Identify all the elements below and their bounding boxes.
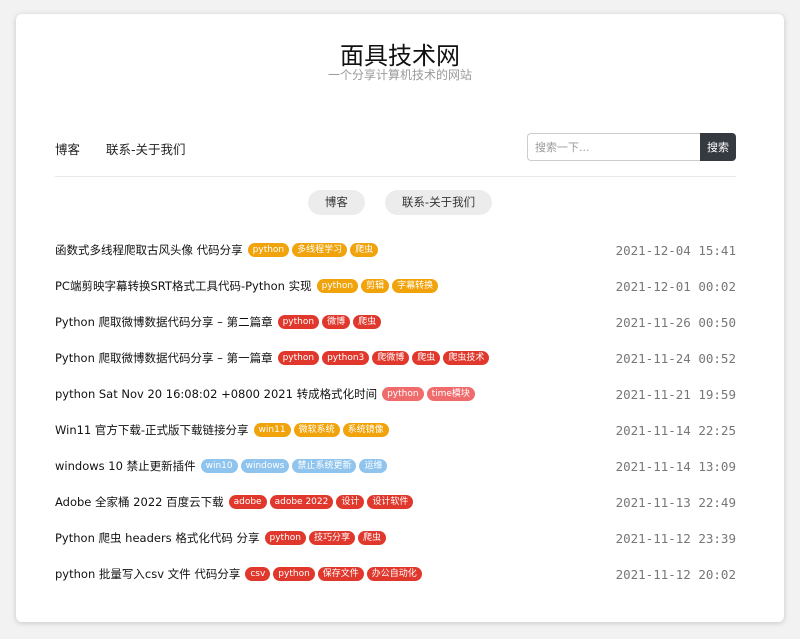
- post-tag[interactable]: python3: [322, 351, 370, 365]
- post-left: Win11 官方下载-正式版下载链接分享 win11 微软系统 系统镜像: [55, 422, 389, 438]
- post-tag[interactable]: 设计软件: [367, 495, 414, 509]
- post-row: 函数式多线程爬取古风头像 代码分享 python 多线程学习 爬虫 2021-12-04…: [55, 232, 736, 268]
- divider: [55, 176, 736, 177]
- post-date: 2021-11-24 00:52: [615, 350, 736, 366]
- post-date: 2021-11-14 13:09: [615, 458, 736, 474]
- post-tag[interactable]: 爬虫: [353, 315, 382, 329]
- post-tag[interactable]: 技巧分享: [308, 531, 355, 545]
- post-row: Win11 官方下载-正式版下载链接分享 win11 微软系统 系统镜像 2021-11…: [55, 412, 736, 448]
- post-tag[interactable]: 爬微博: [372, 351, 410, 365]
- post-tag[interactable]: 爬虫技术: [443, 351, 490, 365]
- post-tag[interactable]: win10: [200, 459, 238, 473]
- post-tag[interactable]: 微软系统: [293, 423, 340, 437]
- post-left: Python 爬取微博数据代码分享 – 第一篇章 python python3 爬微博…: [55, 350, 490, 366]
- post-row: Adobe 全家桶 2022 百度云下载 adobe adobe 2022 设计 设计软…: [55, 484, 736, 520]
- post-title-link[interactable]: 函数式多线程爬取古风头像 代码分享: [55, 242, 243, 258]
- post-tag[interactable]: 剪辑: [361, 279, 390, 293]
- post-row: PC端剪映字幕转换SRT格式工具代码-Python 实现 python 剪辑 字幕转换…: [55, 268, 736, 304]
- post-tag[interactable]: 微博: [322, 315, 351, 329]
- post-tag[interactable]: 禁止系统更新: [292, 459, 357, 473]
- post-tag[interactable]: 系统镜像: [342, 423, 389, 437]
- post-row: python 批量写入csv 文件 代码分享 csv python 保存文件 办公自动化…: [55, 556, 736, 592]
- post-tag[interactable]: 爬虫: [350, 243, 379, 257]
- post-tag[interactable]: 运维: [359, 459, 388, 473]
- post-list: 函数式多线程爬取古风头像 代码分享 python 多线程学习 爬虫 2021-12-04…: [55, 232, 736, 592]
- post-tag[interactable]: win11: [253, 423, 291, 437]
- post-date: 2021-11-12 23:39: [615, 530, 736, 546]
- post-tag[interactable]: python: [273, 567, 315, 581]
- pill-blog[interactable]: 博客: [307, 190, 365, 215]
- post-title-link[interactable]: Python 爬取微博数据代码分享 – 第二篇章: [55, 314, 273, 330]
- post-tag[interactable]: windows: [240, 459, 290, 473]
- post-title-link[interactable]: Adobe 全家桶 2022 百度云下载: [55, 494, 224, 510]
- post-date: 2021-12-01 00:02: [615, 278, 736, 294]
- search-input[interactable]: [527, 133, 700, 161]
- post-tag[interactable]: 办公自动化: [366, 567, 422, 581]
- search-button[interactable]: 搜索: [700, 133, 736, 161]
- post-tag[interactable]: python: [264, 531, 306, 545]
- post-date: 2021-11-14 22:25: [615, 422, 736, 438]
- post-row: windows 10 禁止更新插件 win10 windows 禁止系统更新 运维 202…: [55, 448, 736, 484]
- post-left: python 批量写入csv 文件 代码分享 csv python 保存文件 办公自动化: [55, 566, 422, 582]
- post-row: Python 爬虫 headers 格式化代码 分享 python 技巧分享 爬虫 20…: [55, 520, 736, 556]
- nav-item-contact-about[interactable]: 联系-关于我们: [106, 139, 186, 158]
- main-card: 面具技术网 一个分享计算机技术的网站 博客 联系-关于我们 搜索 博客 联系-关…: [16, 14, 784, 622]
- category-pills: 博客 联系-关于我们: [16, 190, 784, 215]
- post-left: 函数式多线程爬取古风头像 代码分享 python 多线程学习 爬虫: [55, 242, 379, 258]
- post-row: python Sat Nov 20 16:08:02 +0800 2021 转成…: [55, 376, 736, 412]
- post-date: 2021-11-13 22:49: [615, 494, 736, 510]
- post-title-link[interactable]: python 批量写入csv 文件 代码分享: [55, 566, 240, 582]
- post-tag[interactable]: 爬虫: [358, 531, 387, 545]
- post-tag[interactable]: python: [382, 387, 424, 401]
- post-tag[interactable]: python: [247, 243, 290, 257]
- post-tag[interactable]: 爬虫: [412, 351, 441, 365]
- nav-item-blog[interactable]: 博客: [55, 139, 80, 158]
- post-row: Python 爬取微博数据代码分享 – 第二篇章 python 微博 爬虫 2021-1…: [55, 304, 736, 340]
- post-title-link[interactable]: Python 爬虫 headers 格式化代码 分享: [55, 530, 260, 546]
- post-tag[interactable]: 字幕转换: [392, 279, 439, 293]
- post-title-link[interactable]: python Sat Nov 20 16:08:02 +0800 2021 转成…: [55, 386, 377, 402]
- post-left: Python 爬取微博数据代码分享 – 第二篇章 python 微博 爬虫: [55, 314, 382, 330]
- post-tag[interactable]: 保存文件: [317, 567, 364, 581]
- post-row: Python 爬取微博数据代码分享 – 第一篇章 python python3 爬微博…: [55, 340, 736, 376]
- post-tag[interactable]: adobe 2022: [269, 495, 334, 509]
- post-tag[interactable]: python: [277, 351, 320, 365]
- post-date: 2021-11-12 20:02: [615, 566, 736, 582]
- post-title-link[interactable]: Python 爬取微博数据代码分享 – 第一篇章: [55, 350, 273, 366]
- post-tag[interactable]: 多线程学习: [292, 243, 348, 257]
- top-nav: 博客 联系-关于我们: [55, 139, 186, 158]
- post-date: 2021-12-04 15:41: [615, 242, 736, 258]
- pill-contact-about[interactable]: 联系-关于我们: [384, 190, 493, 215]
- post-tag[interactable]: csv: [245, 567, 271, 581]
- post-tag[interactable]: python: [277, 315, 320, 329]
- post-title-link[interactable]: PC端剪映字幕转换SRT格式工具代码-Python 实现: [55, 278, 312, 294]
- post-left: PC端剪映字幕转换SRT格式工具代码-Python 实现 python 剪辑 字幕转换: [55, 278, 439, 294]
- post-tag[interactable]: 设计: [336, 495, 365, 509]
- post-title-link[interactable]: Win11 官方下载-正式版下载链接分享: [55, 422, 249, 438]
- post-tag[interactable]: python: [316, 279, 359, 293]
- post-tag[interactable]: time模块: [426, 387, 475, 401]
- site-subtitle: 一个分享计算机技术的网站: [327, 68, 472, 82]
- post-left: Adobe 全家桶 2022 百度云下载 adobe adobe 2022 设计 设计软…: [55, 494, 414, 510]
- post-title-link[interactable]: windows 10 禁止更新插件: [55, 458, 196, 474]
- post-date: 2021-11-26 00:50: [615, 314, 736, 330]
- post-left: windows 10 禁止更新插件 win10 windows 禁止系统更新 运维: [55, 458, 388, 474]
- post-left: python Sat Nov 20 16:08:02 +0800 2021 转成…: [55, 386, 475, 402]
- post-left: Python 爬虫 headers 格式化代码 分享 python 技巧分享 爬虫: [55, 530, 387, 546]
- search-form: 搜索: [527, 133, 736, 161]
- post-date: 2021-11-21 19:59: [615, 386, 736, 402]
- post-tag[interactable]: adobe: [228, 495, 267, 509]
